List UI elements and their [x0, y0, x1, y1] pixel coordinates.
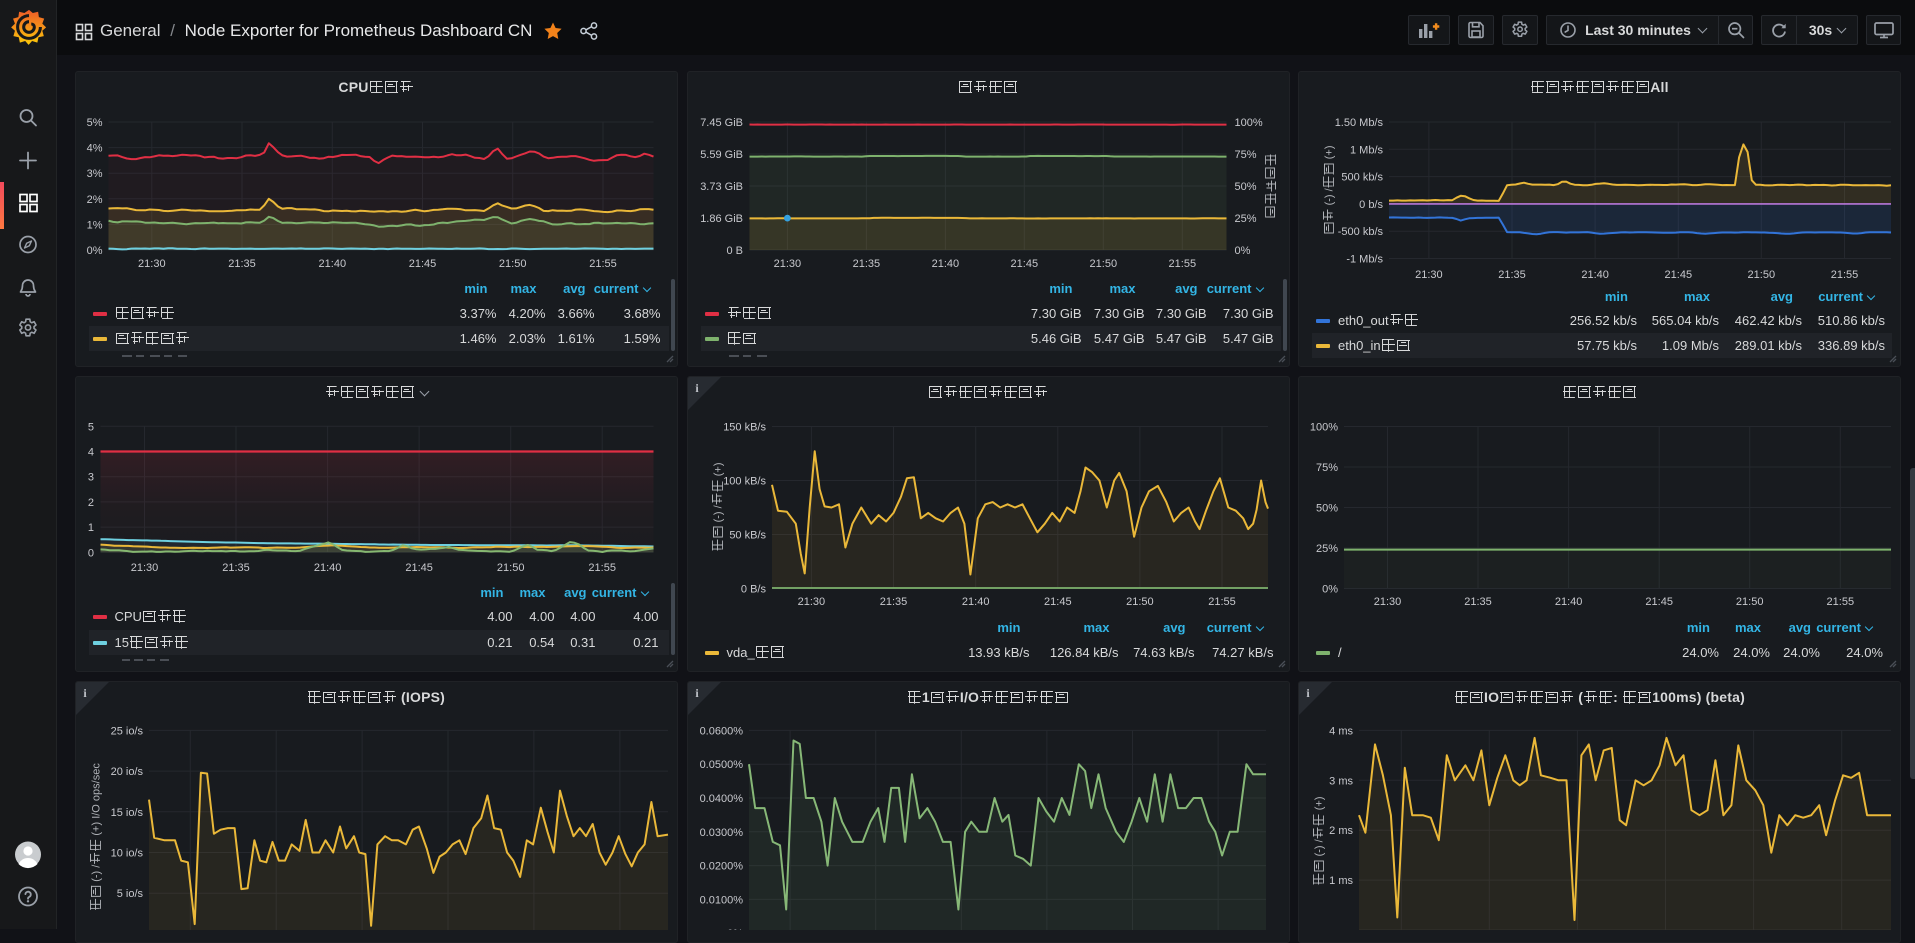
svg-text:0%: 0% [1234, 245, 1250, 257]
svg-text:1 Mb/s: 1 Mb/s [1350, 144, 1384, 156]
svg-text:5: 5 [87, 421, 93, 433]
svg-text:0.0400%: 0.0400% [699, 793, 743, 805]
svg-text:21:35: 21:35 [1464, 596, 1492, 608]
svg-text:21:35: 21:35 [879, 596, 907, 608]
svg-text:25%: 25% [1316, 543, 1338, 555]
svg-text:21:30: 21:30 [1374, 596, 1402, 608]
svg-text:4 ms: 4 ms [1329, 725, 1353, 737]
svg-text:21:55: 21:55 [1168, 258, 1196, 270]
svg-text:0: 0 [87, 547, 93, 559]
svg-text:100%: 100% [1234, 117, 1262, 129]
svg-text:0.0500%: 0.0500% [699, 759, 743, 771]
svg-text:21:55: 21:55 [1831, 269, 1859, 281]
svg-text:0.0300%: 0.0300% [699, 827, 743, 839]
svg-text:0.0600%: 0.0600% [699, 725, 743, 737]
svg-text:150 kB/s: 150 kB/s [723, 421, 766, 433]
svg-text:21:35: 21:35 [1498, 269, 1526, 281]
svg-text:15 io/s: 15 io/s [110, 807, 143, 819]
svg-text:21:55: 21:55 [588, 562, 616, 574]
svg-text:21:45: 21:45 [405, 562, 433, 574]
svg-text:1.86 GiB: 1.86 GiB [700, 213, 743, 225]
svg-text:21:50: 21:50 [496, 562, 524, 574]
svg-text:0.0100%: 0.0100% [699, 894, 743, 906]
svg-text:21:30: 21:30 [138, 258, 166, 270]
svg-text:25 io/s: 25 io/s [110, 725, 143, 737]
svg-text:21:40: 21:40 [313, 562, 341, 574]
svg-text:3 ms: 3 ms [1329, 775, 1353, 787]
svg-text:0%: 0% [1322, 583, 1338, 595]
svg-text:21:55: 21:55 [1208, 596, 1236, 608]
svg-text:50 kB/s: 50 kB/s [729, 529, 766, 541]
svg-text:21:40: 21:40 [318, 258, 346, 270]
svg-text:21:40: 21:40 [961, 596, 989, 608]
svg-text:21:45: 21:45 [1010, 258, 1038, 270]
svg-text:21:45: 21:45 [408, 258, 436, 270]
svg-text:21:50: 21:50 [1748, 269, 1776, 281]
svg-text:0 io/s: 0 io/s [116, 929, 143, 930]
svg-text:21:35: 21:35 [228, 258, 256, 270]
svg-text:75%: 75% [1234, 149, 1256, 161]
svg-text:-500 kb/s: -500 kb/s [1338, 226, 1384, 238]
svg-text:21:50: 21:50 [1126, 596, 1154, 608]
svg-text:0 B/s: 0 B/s [740, 583, 766, 595]
svg-text:3%: 3% [86, 168, 102, 180]
svg-text:50%: 50% [1316, 502, 1338, 514]
svg-text:21:35: 21:35 [852, 258, 880, 270]
svg-text:21:50: 21:50 [1089, 258, 1117, 270]
svg-text:5.59 GiB: 5.59 GiB [700, 149, 743, 161]
svg-text:5%: 5% [86, 117, 102, 129]
svg-text:21:45: 21:45 [1645, 596, 1673, 608]
svg-text:21:30: 21:30 [130, 562, 158, 574]
svg-text:5 io/s: 5 io/s [116, 888, 143, 900]
svg-text:0 b/s: 0 b/s [1359, 198, 1383, 210]
svg-text:2: 2 [87, 496, 93, 508]
svg-text:1 ms: 1 ms [1329, 875, 1353, 887]
svg-text:21:50: 21:50 [498, 258, 526, 270]
svg-text:3: 3 [87, 471, 93, 483]
svg-text:75%: 75% [1316, 462, 1338, 474]
svg-text:10 io/s: 10 io/s [110, 848, 143, 860]
svg-text:0 B: 0 B [726, 245, 743, 257]
svg-text:50%: 50% [1234, 181, 1256, 193]
svg-text:20 io/s: 20 io/s [110, 766, 143, 778]
svg-text:0.0200%: 0.0200% [699, 861, 743, 873]
svg-text:1: 1 [87, 522, 93, 534]
svg-text:2 ms: 2 ms [1329, 825, 1353, 837]
svg-text:21:30: 21:30 [773, 258, 801, 270]
svg-text:1.50 Mb/s: 1.50 Mb/s [1335, 117, 1384, 129]
svg-text:21:40: 21:40 [931, 258, 959, 270]
svg-text:21:55: 21:55 [589, 258, 617, 270]
svg-text:21:30: 21:30 [1415, 269, 1443, 281]
svg-text:4: 4 [87, 446, 93, 458]
svg-text:100%: 100% [1310, 421, 1338, 433]
svg-text:21:45: 21:45 [1044, 596, 1072, 608]
svg-text:0%: 0% [86, 245, 102, 257]
svg-text:21:50: 21:50 [1736, 596, 1764, 608]
svg-text:0%: 0% [727, 928, 743, 930]
svg-text:21:35: 21:35 [222, 562, 250, 574]
svg-text:21:40: 21:40 [1581, 269, 1609, 281]
svg-text:21:30: 21:30 [797, 596, 825, 608]
svg-text:7.45 GiB: 7.45 GiB [700, 117, 743, 129]
svg-text:3.73 GiB: 3.73 GiB [700, 181, 743, 193]
svg-text:1%: 1% [86, 219, 102, 231]
svg-text:2%: 2% [86, 193, 102, 205]
svg-text:100 kB/s: 100 kB/s [723, 475, 766, 487]
svg-text:-1 Mb/s: -1 Mb/s [1346, 253, 1383, 265]
svg-text:500 kb/s: 500 kb/s [1341, 171, 1383, 183]
svg-text:21:55: 21:55 [1827, 596, 1855, 608]
svg-text:21:45: 21:45 [1665, 269, 1693, 281]
svg-text:4%: 4% [86, 142, 102, 154]
svg-text:21:40: 21:40 [1555, 596, 1583, 608]
svg-text:25%: 25% [1234, 213, 1256, 225]
